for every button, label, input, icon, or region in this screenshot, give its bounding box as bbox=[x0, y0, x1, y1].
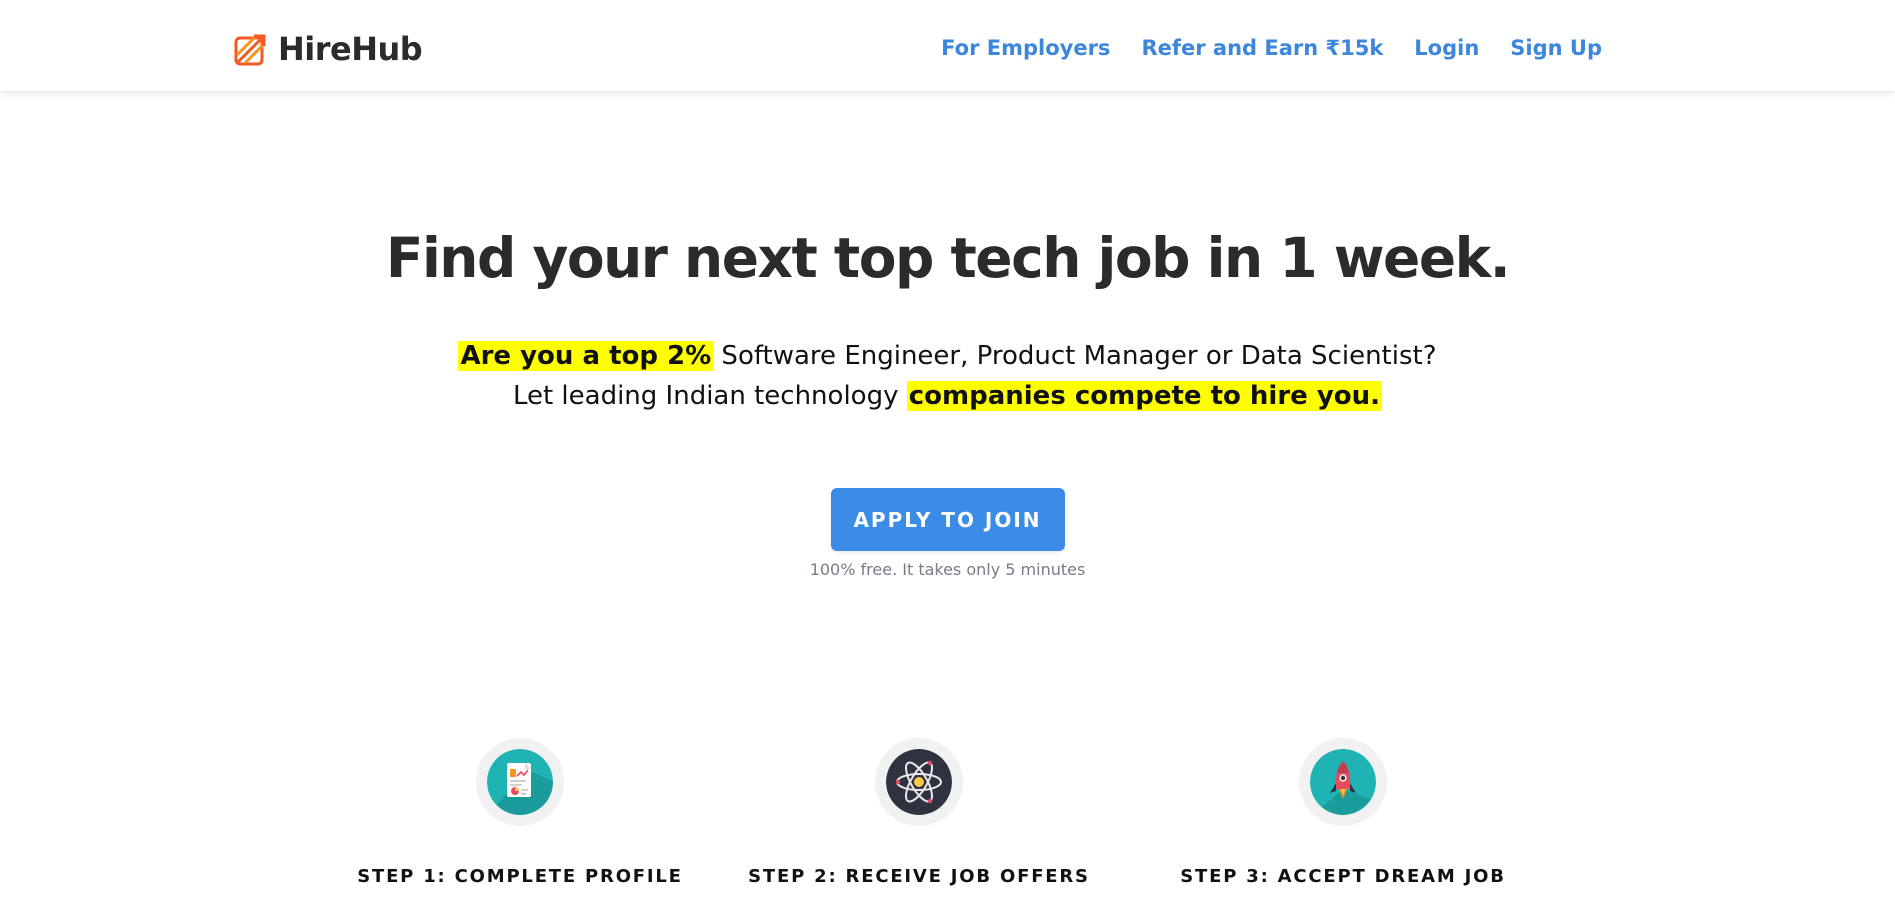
step-3-label: STEP 3: ACCEPT DREAM JOB bbox=[1180, 866, 1506, 887]
brand-home-link[interactable]: HireHub bbox=[234, 29, 423, 69]
nav-link-login[interactable]: Login bbox=[1414, 36, 1479, 60]
top-navbar: HireHub For Employers Refer and Earn ₹15… bbox=[0, 0, 1895, 91]
steps-section: STEP 1: COMPLETE PROFILE STEP 2: RECEIVE… bbox=[0, 738, 1895, 921]
cta-note: 100% free. It takes only 5 minutes bbox=[809, 560, 1086, 579]
hero-line-2-text: Let leading Indian technology bbox=[512, 381, 907, 411]
hero-line-1-text: Software Engineer, Product Manager or Da… bbox=[713, 341, 1437, 371]
step-3: STEP 3: ACCEPT DREAM JOB bbox=[1153, 738, 1533, 887]
step-1-label: STEP 1: COMPLETE PROFILE bbox=[357, 866, 683, 887]
rocket-icon bbox=[1310, 749, 1376, 815]
apply-to-join-button[interactable]: APPLY TO JOIN bbox=[830, 488, 1065, 551]
nav-links: For Employers Refer and Earn ₹15k Login … bbox=[941, 36, 1602, 60]
step-1: STEP 1: COMPLETE PROFILE bbox=[330, 738, 710, 887]
step-3-icon-ring bbox=[1299, 738, 1387, 826]
hero-title: Find your next top tech job in 1 week. bbox=[385, 226, 1511, 290]
step-2-label: STEP 2: RECEIVE JOB OFFERS bbox=[748, 866, 1090, 887]
step-2: STEP 2: RECEIVE JOB OFFERS bbox=[729, 738, 1109, 887]
step-2-icon-ring bbox=[875, 738, 963, 826]
brand-name: HireHub bbox=[278, 30, 423, 68]
profile-document-icon bbox=[487, 749, 553, 815]
step-1-icon-ring bbox=[476, 738, 564, 826]
hero-subtitle-line-2: Let leading Indian technology companies … bbox=[0, 376, 1895, 416]
hero-subtitle-line-1: Are you a top 2% Software Engineer, Prod… bbox=[0, 336, 1895, 376]
hero-subtitle: Are you a top 2% Software Engineer, Prod… bbox=[0, 336, 1895, 416]
highlight-companies-compete: companies compete to hire you. bbox=[906, 381, 1383, 411]
nav-link-sign-up[interactable]: Sign Up bbox=[1510, 36, 1602, 60]
nav-link-refer-and-earn[interactable]: Refer and Earn ₹15k bbox=[1141, 36, 1383, 60]
atom-icon bbox=[886, 749, 952, 815]
cta-section: APPLY TO JOIN 100% free. It takes only 5… bbox=[0, 488, 1895, 579]
hirehub-logo-icon bbox=[234, 34, 266, 66]
nav-link-for-employers[interactable]: For Employers bbox=[941, 36, 1110, 60]
highlight-top-2-percent: Are you a top 2% bbox=[458, 341, 714, 371]
